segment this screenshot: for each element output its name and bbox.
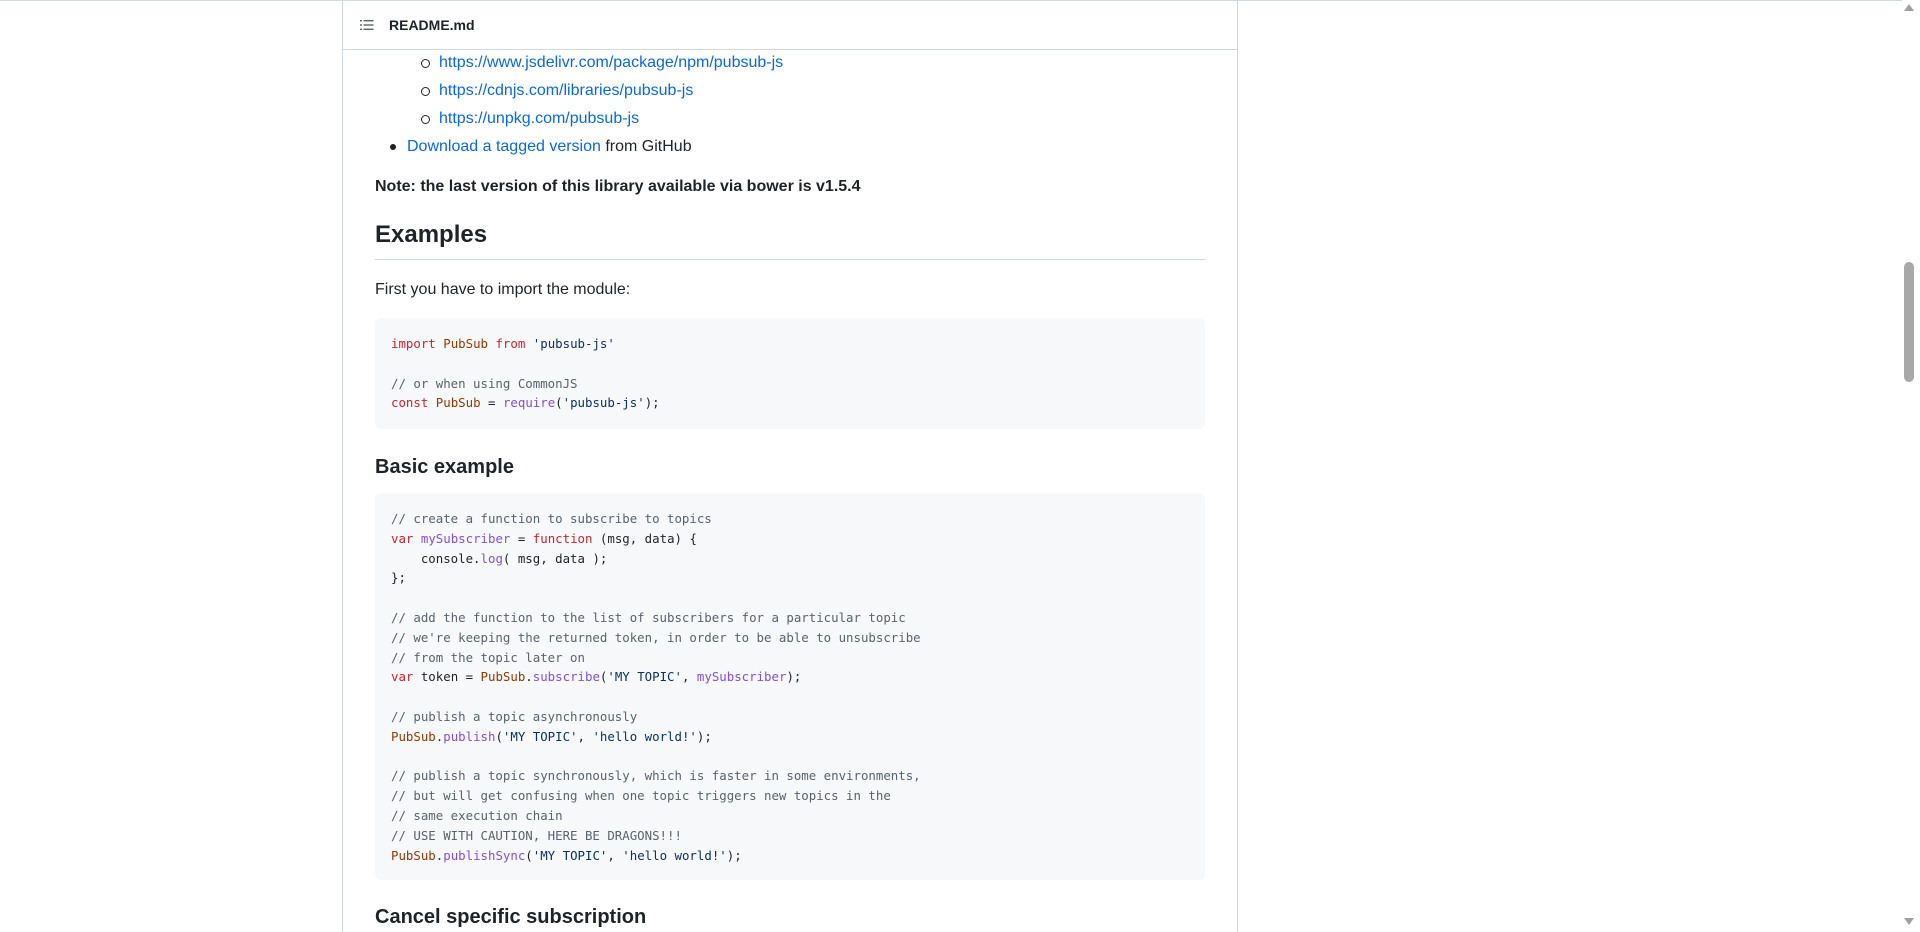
download-suffix: from GitHub xyxy=(600,138,692,155)
scrollbar-thumb[interactable] xyxy=(1904,262,1914,382)
cdn-link-jsdelivr[interactable]: https://www.jsdelivr.com/package/npm/pub… xyxy=(439,54,783,71)
bower-note: Note: the last version of this library a… xyxy=(375,178,861,195)
cdn-link-unpkg[interactable]: https://unpkg.com/pubsub-js xyxy=(439,110,639,127)
scroll-down-arrow-icon[interactable] xyxy=(1904,918,1914,925)
cancel-subscription-heading: Cancel specific subscription xyxy=(375,906,647,928)
list-unordered-icon[interactable] xyxy=(359,17,375,33)
readme-title: README.md xyxy=(389,17,475,33)
list-item-download: Download a tagged version from GitHub xyxy=(390,135,692,159)
readme-panel: README.md https://www.jsdelivr.com/packa… xyxy=(342,0,1238,932)
readme-header: README.md xyxy=(343,0,1237,50)
list-item: https://cdnjs.com/libraries/pubsub-js xyxy=(420,79,693,103)
list-item: https://unpkg.com/pubsub-js xyxy=(420,107,639,131)
code-block-basic: // create a function to subscribe to top… xyxy=(375,493,1205,880)
download-tagged-version-link[interactable]: Download a tagged version xyxy=(407,138,601,155)
basic-example-heading: Basic example xyxy=(375,456,514,478)
code-block-import: import PubSub from 'pubsub-js' // or whe… xyxy=(375,318,1205,429)
page-scrollbar[interactable] xyxy=(1902,0,1920,932)
examples-intro: First you have to import the module: xyxy=(375,281,631,298)
examples-heading: Examples xyxy=(375,220,1205,260)
list-item: https://www.jsdelivr.com/package/npm/pub… xyxy=(420,51,783,75)
cdn-link-cdnjs[interactable]: https://cdnjs.com/libraries/pubsub-js xyxy=(439,82,693,99)
scroll-up-arrow-icon[interactable] xyxy=(1904,4,1914,11)
